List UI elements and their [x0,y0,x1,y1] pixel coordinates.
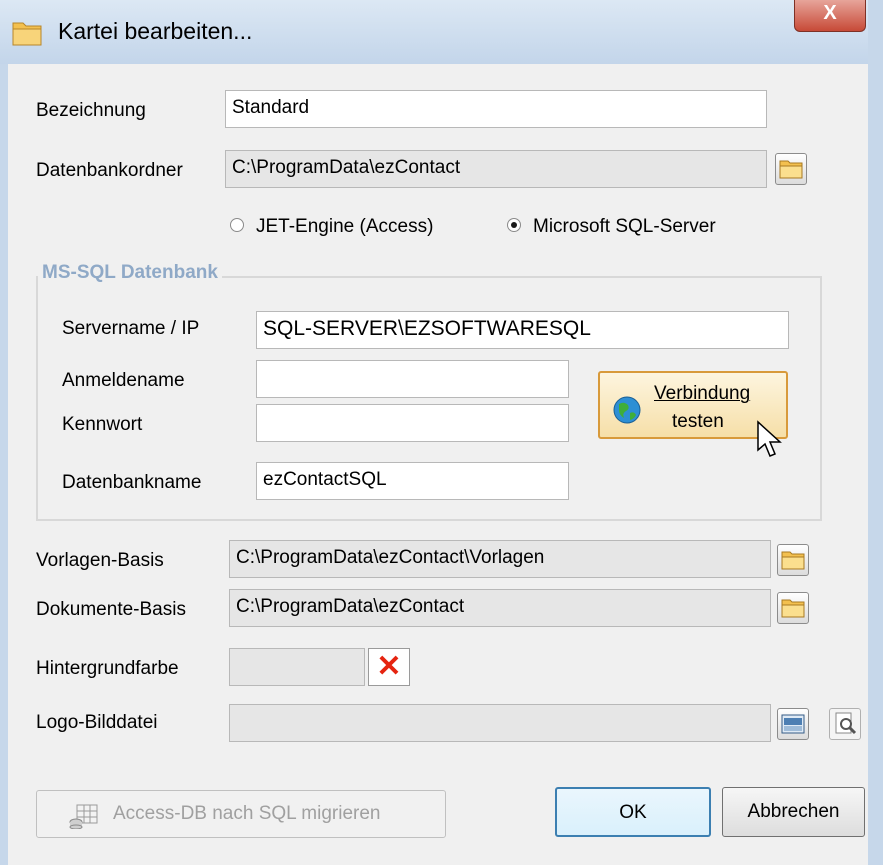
test-connection-line2: testen [672,411,724,432]
anmeldename-label: Anmeldename [62,370,185,391]
datenbankname-input[interactable]: ezContactSQL [256,462,569,500]
cancel-button-label: Abbrechen [747,801,840,822]
ok-button[interactable]: OK [555,787,711,837]
close-icon: X [823,2,837,24]
logo-preview-button[interactable] [829,708,861,740]
close-button[interactable]: X [794,0,866,32]
window-title: Kartei bearbeiten... [58,18,253,44]
vorlagen-browse-button[interactable] [777,544,809,576]
database-table-icon [69,804,98,829]
servername-label: Servername / IP [62,318,200,339]
datenbankordner-input[interactable]: C:\ProgramData\ezContact [225,150,767,188]
folder-icon [12,22,42,46]
globe-icon [613,396,641,424]
servername-input[interactable]: SQL-SERVER\EZSOFTWARESQL [256,311,789,349]
folder-icon [781,599,805,618]
bezeichnung-input[interactable]: Standard [225,90,767,128]
migrate-button[interactable]: Access-DB nach SQL migrieren [36,790,446,838]
logo-browse-button[interactable] [777,708,809,740]
migrate-button-label: Access-DB nach SQL migrieren [113,803,381,824]
jet-engine-radio[interactable] [230,218,244,232]
sql-server-label[interactable]: Microsoft SQL-Server [533,216,716,238]
window-frame-left [0,64,8,865]
magnifier-icon [835,712,857,735]
sql-server-radio[interactable] [507,218,521,232]
jet-engine-label[interactable]: JET-Engine (Access) [256,216,433,238]
vorlagen-input[interactable]: C:\ProgramData\ezContact\Vorlagen [229,540,771,578]
kennwort-input[interactable] [256,404,569,442]
bezeichnung-label: Bezeichnung [36,100,146,121]
window-frame-right [868,0,883,865]
datenbankname-label: Datenbankname [62,472,202,493]
kennwort-label: Kennwort [62,414,143,435]
ok-button-label: OK [619,802,647,823]
hintergrundfarbe-label: Hintergrundfarbe [36,658,179,679]
cancel-button[interactable]: Abbrechen [722,787,865,837]
folder-icon [781,551,805,570]
vorlagen-label: Vorlagen-Basis [36,550,164,571]
image-icon [781,714,805,734]
datenbankordner-browse-button[interactable] [775,153,807,185]
engine-radio-group: JET-Engine (Access) Microsoft SQL-Server [230,210,770,248]
title-bar[interactable]: Kartei bearbeiten... X [0,0,883,64]
anmeldename-input[interactable] [256,360,569,398]
folder-icon [779,160,803,179]
datenbankordner-label: Datenbankordner [36,160,183,181]
mouse-cursor-icon [757,420,782,457]
hintergrundfarbe-swatch[interactable] [229,648,365,686]
logo-label: Logo-Bilddatei [36,712,158,733]
dokumente-label: Dokumente-Basis [36,599,186,620]
dokumente-input[interactable]: C:\ProgramData\ezContact [229,589,771,627]
mssql-group-title: MS-SQL Datenbank [38,262,222,284]
dokumente-browse-button[interactable] [777,592,809,624]
clear-color-button[interactable]: ✕ [368,648,410,686]
red-x-icon: ✕ [376,650,402,683]
logo-input[interactable] [229,704,771,742]
test-connection-line1: Verbindung [654,383,751,404]
